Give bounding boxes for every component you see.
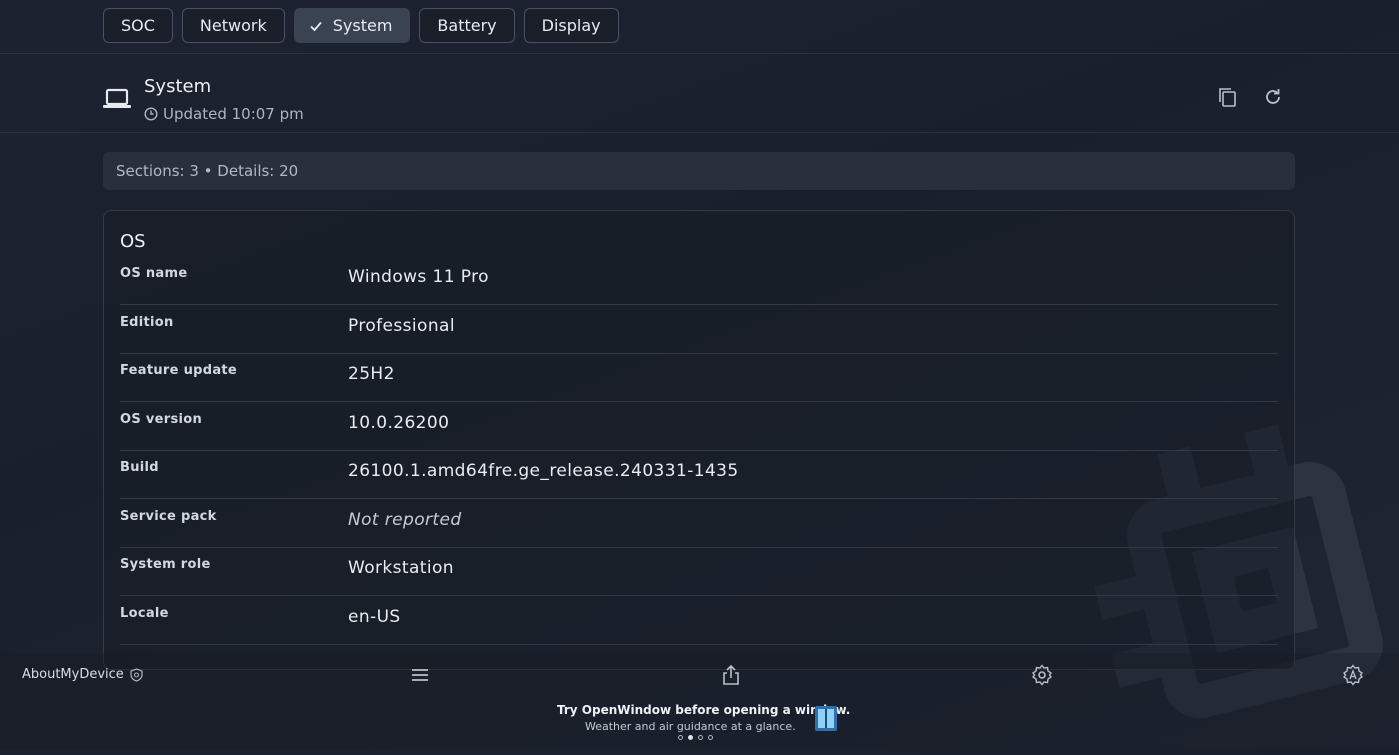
refresh-icon[interactable] xyxy=(1262,86,1284,108)
summary-text: Sections: 3 • Details: 20 xyxy=(116,162,299,180)
app-name: AboutMyDevice xyxy=(22,667,143,682)
tab-list: SOC Network System Battery Display xyxy=(103,8,619,43)
detail-value: 26100.1.amd64fre.ge_release.240331-1435 xyxy=(348,461,739,481)
promo-subtitle: Weather and air guidance at a glance. xyxy=(585,720,796,733)
detail-label: OS name xyxy=(120,266,188,281)
tab-label: Network xyxy=(199,16,267,35)
promo-title: Try OpenWindow before opening a window. xyxy=(557,703,851,717)
gear-a-icon[interactable] xyxy=(1342,664,1364,686)
detail-label: System role xyxy=(120,557,211,572)
carousel-dots xyxy=(678,735,713,740)
menu-icon[interactable] xyxy=(409,664,431,686)
detail-label: Locale xyxy=(120,606,169,621)
tab-display[interactable]: Display xyxy=(523,8,619,43)
app-name-label: AboutMyDevice xyxy=(22,667,124,682)
tab-label: System xyxy=(332,16,393,35)
section-card-os: OS OS name Windows 11 Pro Edition Profes… xyxy=(103,210,1295,670)
detail-row: Service pack Not reported xyxy=(120,499,1278,548)
top-tab-bar: SOC Network System Battery Display xyxy=(0,0,1399,54)
carousel-dot[interactable] xyxy=(688,735,693,740)
summary-bar: Sections: 3 • Details: 20 xyxy=(103,152,1295,190)
detail-value: Not reported xyxy=(348,510,462,530)
tab-network[interactable]: Network xyxy=(181,8,285,43)
detail-row: System role Workstation xyxy=(120,547,1278,596)
section-title: OS xyxy=(120,231,146,252)
detail-value: en-US xyxy=(348,607,401,627)
window-app-icon xyxy=(815,706,837,731)
detail-row: Locale en-US xyxy=(120,596,1278,645)
gear-icon[interactable] xyxy=(1031,664,1053,686)
detail-row: OS name Windows 11 Pro xyxy=(120,256,1278,305)
tab-system[interactable]: System xyxy=(293,8,411,43)
laptop-icon xyxy=(103,88,131,108)
clock-icon xyxy=(144,107,158,121)
tab-soc[interactable]: SOC xyxy=(103,8,173,43)
shield-icon xyxy=(130,667,143,682)
detail-row: OS version 10.0.26200 xyxy=(120,402,1278,451)
share-icon[interactable] xyxy=(720,664,742,686)
detail-value: Windows 11 Pro xyxy=(348,267,489,287)
detail-label: Build xyxy=(120,460,159,475)
carousel-dot[interactable] xyxy=(708,735,713,740)
detail-row: Feature update 25H2 xyxy=(120,353,1278,402)
carousel-dot[interactable] xyxy=(698,735,703,740)
updated-text: Updated 10:07 pm xyxy=(163,105,304,123)
check-icon xyxy=(310,21,322,31)
detail-value: Professional xyxy=(348,316,455,336)
detail-value: 25H2 xyxy=(348,364,395,384)
detail-label: OS version xyxy=(120,412,203,427)
page-title: System xyxy=(144,76,212,97)
detail-value: Workstation xyxy=(348,558,454,578)
tab-label: SOC xyxy=(121,16,155,35)
detail-label: Service pack xyxy=(120,509,217,524)
detail-row: Edition Professional xyxy=(120,305,1278,354)
copy-icon[interactable] xyxy=(1217,86,1239,108)
detail-row: Build 26100.1.amd64fre.ge_release.240331… xyxy=(120,450,1278,499)
tab-label: Display xyxy=(541,16,601,35)
tab-battery[interactable]: Battery xyxy=(419,8,515,43)
carousel-dot[interactable] xyxy=(678,735,683,740)
detail-value: 10.0.26200 xyxy=(348,413,450,433)
detail-label: Feature update xyxy=(120,363,238,378)
tab-label: Battery xyxy=(437,16,497,35)
updated-timestamp: Updated 10:07 pm xyxy=(144,105,304,123)
page-header: System Updated 10:07 pm xyxy=(0,54,1399,133)
detail-label: Edition xyxy=(120,315,174,330)
